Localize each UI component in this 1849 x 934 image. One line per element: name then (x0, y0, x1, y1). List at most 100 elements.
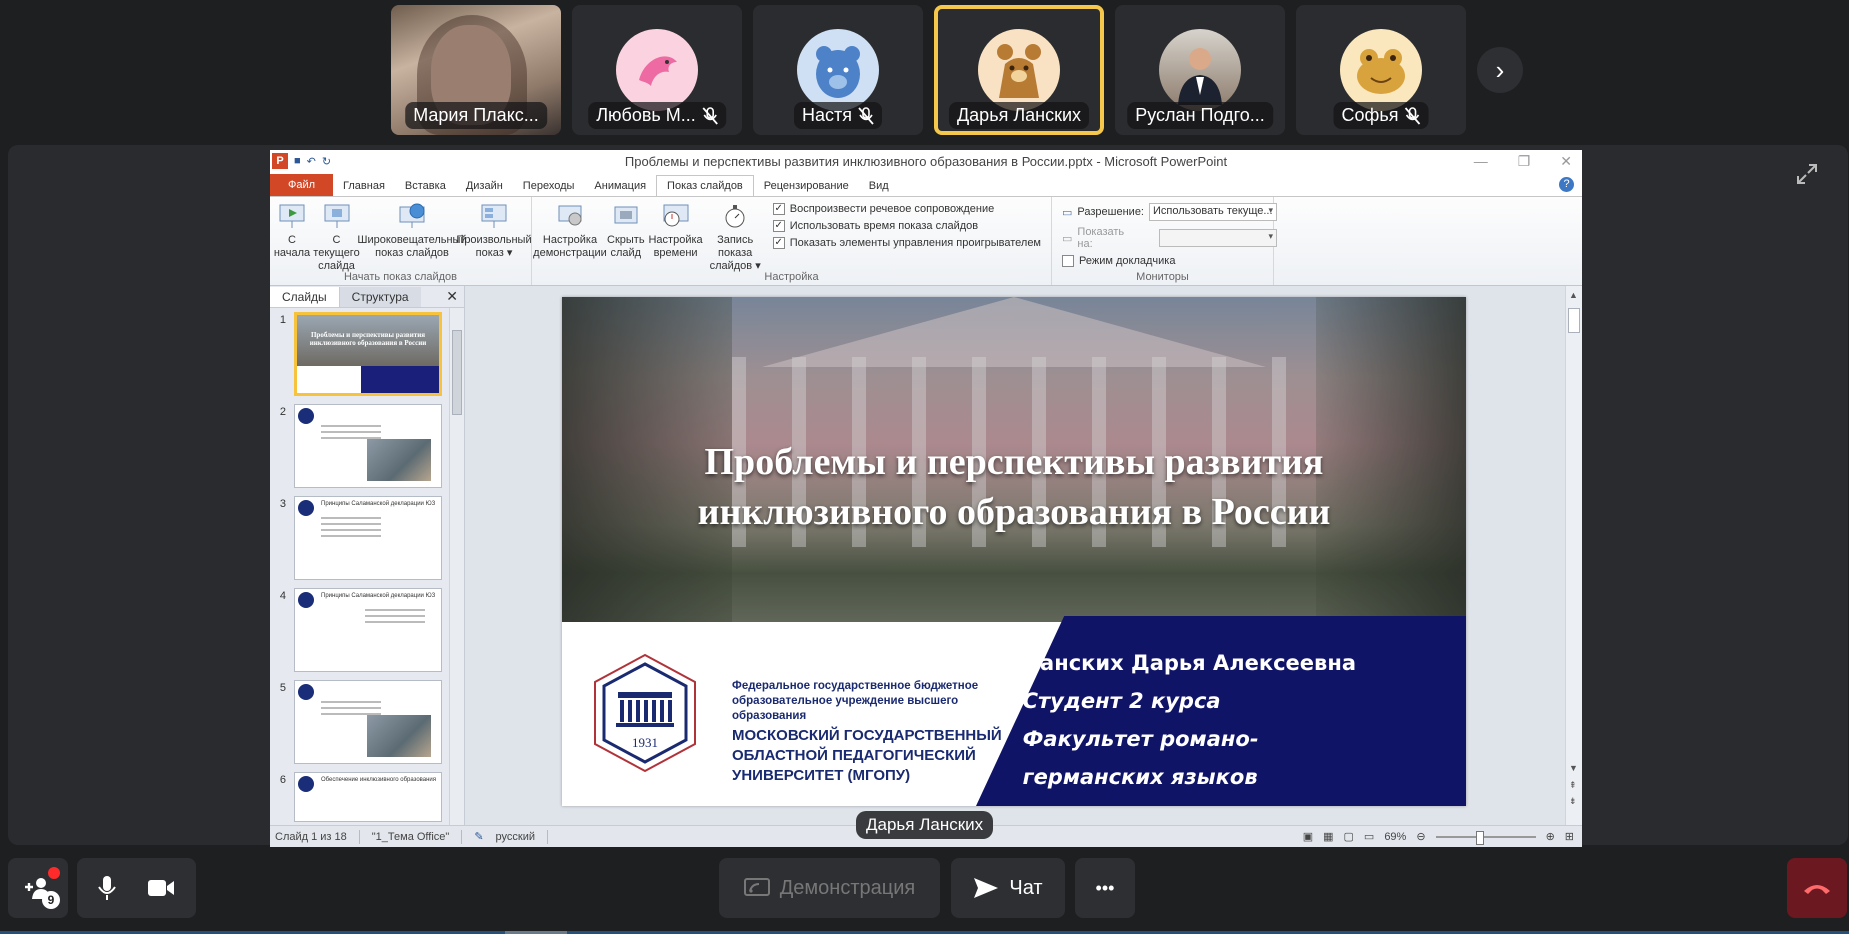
tab-transitions[interactable]: Переходы (513, 176, 585, 196)
speaker-label: Дарья Ланских (856, 811, 994, 839)
participant-name: Любовь М... (588, 102, 726, 129)
group-start-slideshow: С начала С текущего слайда Широковещател… (270, 197, 532, 285)
slideshow-view-icon[interactable]: ▭ (1364, 830, 1374, 843)
hide-slide-icon (614, 206, 638, 224)
presenter-view-checkbox[interactable]: Режим докладчика (1062, 255, 1277, 267)
fullscreen-icon[interactable] (1796, 163, 1818, 185)
participant-name: Настя (793, 102, 883, 129)
participant-tile[interactable]: Любовь М... (572, 5, 742, 135)
slide-title: Проблемы и перспективы развития инклюзив… (697, 441, 1331, 533)
participants-button[interactable]: 9 (8, 858, 68, 918)
slide-thumbnail[interactable]: 6 Обеспечение инклюзивного образования (274, 772, 464, 822)
close-icon[interactable]: ✕ (1560, 153, 1572, 170)
group-monitors: ▭ Разрешение: Использовать текуще... ▭ Пока… (1052, 197, 1277, 285)
use-timings-checkbox[interactable]: ✓ Использовать время показа слайдов (772, 220, 1041, 232)
ribbon-tabs: Файл Главная Вставка Дизайн Переходы Ани… (270, 172, 1582, 196)
minimize-icon[interactable]: — (1474, 153, 1488, 170)
chat-button[interactable]: Чат (951, 858, 1065, 918)
resolution-label: Разрешение: (1077, 206, 1144, 218)
stopwatch-icon (725, 205, 745, 228)
monitor-icon: ▭ (1062, 232, 1073, 245)
group-label: Мониторы (1136, 271, 1189, 283)
zoom-out-icon[interactable]: ⊖ (1416, 830, 1425, 843)
tab-animations[interactable]: Анимация (584, 176, 656, 196)
reading-view-icon[interactable]: ▢ (1344, 830, 1354, 843)
hangup-button[interactable] (1787, 858, 1847, 918)
dolphin-icon (616, 29, 698, 111)
monitor-icon: ▭ (1062, 206, 1073, 219)
participant-tile[interactable]: Руслан Подго... (1115, 5, 1285, 135)
powerpoint-window: P ■ ↶ ↻ Проблемы и перспективы развития … (270, 150, 1582, 847)
slide-thumbnail[interactable]: 4 Принципы Саламанской декларации ЮЗ (274, 588, 464, 672)
bear-blue-icon (797, 29, 879, 111)
participant-name: Дарья Ланских (948, 102, 1090, 129)
participant-tile[interactable]: Настя (753, 5, 923, 135)
normal-view-icon[interactable]: ▣ (1303, 830, 1313, 843)
current-slide-icon (324, 204, 349, 228)
broadcast-icon (399, 203, 425, 228)
spellcheck-icon[interactable]: ✎ (474, 830, 483, 843)
zoom-slider[interactable] (1435, 830, 1536, 845)
save-icon[interactable]: ■ (294, 155, 301, 167)
thumbnail-number: 1 (279, 314, 286, 326)
quick-access-toolbar: P ■ ↶ ↻ (272, 153, 331, 169)
slide-scrollbar[interactable]: ▲ ▼ ⇞ ⇟ (1565, 286, 1582, 825)
university-emblem-icon: 1931 (594, 653, 696, 773)
microphone-icon[interactable] (97, 875, 116, 901)
tab-review[interactable]: Рецензирование (754, 176, 859, 196)
tab-design[interactable]: Дизайн (456, 176, 513, 196)
participant-tile-active[interactable]: Дарья Ланских (934, 5, 1104, 135)
zoom-level[interactable]: 69% (1384, 831, 1406, 843)
slide-sorter-icon[interactable]: ▦ (1323, 830, 1333, 843)
participant-tile[interactable]: Софья (1296, 5, 1466, 135)
window-controls: — ❐ ✕ (1474, 153, 1572, 170)
help-icon[interactable]: ? (1559, 177, 1574, 192)
tab-view[interactable]: Вид (859, 176, 899, 196)
slide-thumbnail[interactable]: 5 (274, 680, 464, 764)
tab-insert[interactable]: Вставка (395, 176, 456, 196)
show-on-label: Показать на: (1077, 226, 1125, 250)
play-narrations-checkbox[interactable]: ✓ Воспроизвести речевое сопровождение (772, 203, 1041, 215)
editor-body: Слайды Структура ✕ 1 Проблемы и перспект… (270, 286, 1582, 825)
next-participants-button[interactable]: › (1477, 47, 1523, 93)
mic-off-icon (702, 106, 718, 125)
group-label: Настройка (764, 271, 819, 283)
camera-icon[interactable] (147, 878, 175, 898)
slide-thumbnail[interactable]: 1 Проблемы и перспективы развития инклюз… (274, 312, 464, 396)
tab-outline[interactable]: Структура (339, 286, 421, 307)
undo-icon[interactable]: ↶ (307, 155, 316, 168)
hangup-icon (1804, 885, 1830, 894)
tab-home[interactable]: Главная (333, 176, 395, 196)
thumbnail-number: 3 (279, 498, 286, 510)
bear-brown-icon (978, 29, 1060, 111)
more-button[interactable]: ••• (1075, 858, 1135, 918)
redo-icon[interactable]: ↻ (322, 155, 331, 168)
show-on-dropdown (1158, 229, 1277, 247)
restore-icon[interactable]: ❐ (1518, 153, 1531, 170)
chevron-right-icon: › (1495, 54, 1505, 85)
custom-show-icon (481, 204, 507, 228)
pane-tabs: Слайды Структура ✕ (270, 286, 464, 308)
resolution-dropdown[interactable]: Использовать текуще... (1149, 203, 1277, 221)
fit-to-window-icon[interactable]: ⊞ (1565, 830, 1574, 843)
thumbnails-scrollbar[interactable] (449, 308, 464, 825)
slide-thumbnail[interactable]: 3 Принципы Саламанской декларации ЮЗ (274, 496, 464, 580)
thumbnail-number: 6 (279, 774, 286, 786)
screen-share-button[interactable]: Демонстрация (719, 858, 940, 918)
show-media-controls-checkbox[interactable]: ✓ Показать элементы управления проигрыват… (772, 237, 1041, 249)
tab-slideshow[interactable]: Показ слайдов (656, 175, 754, 196)
tab-file[interactable]: Файл (270, 174, 334, 196)
participant-tile[interactable]: Мария Плакс... (391, 5, 561, 135)
thumbnail-title: Принципы Саламанской декларации ЮЗ (321, 593, 436, 599)
group-setup: Настройка демонстрации Скрыть слайд Наст… (532, 197, 1052, 285)
language-label[interactable]: русский (496, 831, 535, 843)
powerpoint-logo-icon: P (272, 153, 288, 169)
zoom-in-icon[interactable]: ⊕ (1546, 830, 1555, 843)
slide-thumbnail[interactable]: 2 (274, 404, 464, 488)
close-pane-icon[interactable]: ✕ (446, 288, 458, 305)
tab-slides[interactable]: Слайды (270, 286, 340, 307)
screen-share-icon (743, 878, 770, 896)
setup-show-icon (558, 205, 582, 226)
mic-off-icon (1404, 106, 1421, 125)
organization-name: МОСКОВСКИЙ ГОСУДАРСТВЕННЫЙ ОБЛАСТНОЙ ПЕД… (732, 727, 1002, 784)
